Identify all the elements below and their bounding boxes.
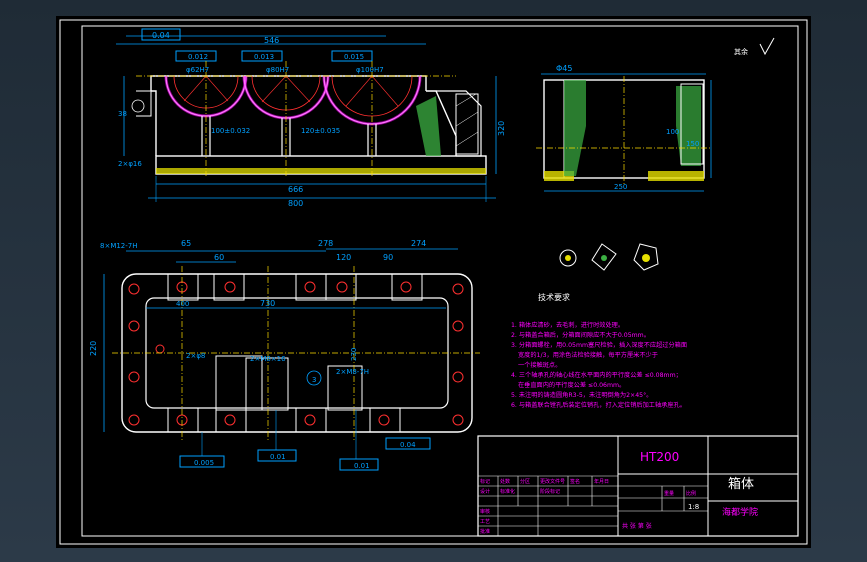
dim-546: 546 xyxy=(264,36,279,45)
svg-text:38: 38 xyxy=(118,110,127,118)
svg-text:Φ45: Φ45 xyxy=(556,64,572,73)
top-view: 65 278 274 60 120 90 8×M12-7H 3 730 400 … xyxy=(89,239,480,471)
svg-text:更改文件号: 更改文件号 xyxy=(540,478,565,485)
svg-text:220: 220 xyxy=(89,341,98,356)
svg-text:2×φ8: 2×φ8 xyxy=(186,352,205,360)
svg-text:标记: 标记 xyxy=(480,478,490,485)
svg-text:φ100H7: φ100H7 xyxy=(356,66,384,74)
svg-text:一个接触斑点。: 一个接触斑点。 xyxy=(518,361,561,369)
svg-text:320: 320 xyxy=(497,121,506,136)
svg-text:共 张 第 张: 共 张 第 张 xyxy=(622,522,652,530)
svg-text:0.015: 0.015 xyxy=(344,53,364,61)
school-name: 海都学院 xyxy=(722,506,758,518)
svg-text:5. 未注明的铸造圆角R3-5，未注明倒角为2×45°。: 5. 未注明的铸造圆角R3-5，未注明倒角为2×45°。 xyxy=(511,391,652,399)
svg-text:274: 274 xyxy=(411,239,426,248)
tech-req-heading: 技术要求 xyxy=(538,292,570,302)
svg-text:阶段标记: 阶段标记 xyxy=(540,488,560,495)
front-view: 0.04 546 0.012 0.013 0.015 100±0.032 120… xyxy=(116,28,506,208)
svg-text:65: 65 xyxy=(181,239,191,248)
svg-text:6. 与箱盖联合镗孔后装定位销孔，打入定位销后加工轴承座孔。: 6. 与箱盖联合镗孔后装定位销孔，打入定位销后加工轴承座孔。 xyxy=(511,401,686,409)
svg-text:0.013: 0.013 xyxy=(254,53,274,61)
material: HT200 xyxy=(640,450,679,464)
svg-text:150: 150 xyxy=(686,140,699,148)
svg-text:签名: 签名 xyxy=(570,478,580,485)
part-name: 箱体 xyxy=(728,476,754,492)
svg-text:60: 60 xyxy=(214,253,224,262)
svg-text:0.01: 0.01 xyxy=(270,453,286,461)
svg-text:250: 250 xyxy=(614,183,627,191)
svg-text:2×M8×16: 2×M8×16 xyxy=(250,355,286,363)
svg-text:730: 730 xyxy=(260,299,275,308)
svg-text:在垂直面内的平行度公差 ≤0.06mm。: 在垂直面内的平行度公差 ≤0.06mm。 xyxy=(518,381,625,389)
svg-text:φ80H7: φ80H7 xyxy=(266,66,289,74)
detail-views xyxy=(559,243,659,271)
svg-text:278: 278 xyxy=(318,239,333,248)
cad-viewport[interactable]: 0.04 546 0.012 0.013 0.015 100±0.032 120… xyxy=(56,16,811,548)
svg-text:处数: 处数 xyxy=(500,478,510,485)
svg-text:比例: 比例 xyxy=(686,490,696,497)
svg-text:400: 400 xyxy=(176,300,189,308)
svg-text:4. 三个轴承孔的轴心线在水平面内的平行度公差 ≤0.08m: 4. 三个轴承孔的轴心线在水平面内的平行度公差 ≤0.08mm； xyxy=(511,371,682,379)
svg-text:重量: 重量 xyxy=(664,490,674,497)
svg-text:标准化: 标准化 xyxy=(500,488,515,495)
svg-text:1. 箱体应清砂，去毛刺，进行时效处理。: 1. 箱体应清砂，去毛刺，进行时效处理。 xyxy=(511,321,624,329)
svg-text:审核: 审核 xyxy=(480,508,490,515)
svg-text:2×φ16: 2×φ16 xyxy=(118,160,142,168)
side-view: Φ45 250 100 150 其余 xyxy=(536,37,775,192)
svg-text:工艺: 工艺 xyxy=(480,519,490,525)
svg-text:分区: 分区 xyxy=(520,478,530,485)
svg-text:120: 120 xyxy=(336,253,351,262)
svg-text:100: 100 xyxy=(666,128,679,136)
svg-text:0.005: 0.005 xyxy=(194,459,214,467)
svg-text:100±0.032: 100±0.032 xyxy=(211,127,250,135)
tol-0.04: 0.04 xyxy=(152,31,170,40)
svg-text:2. 与箱盖合箱后，分箱面间隙应不大于0.05mm。: 2. 与箱盖合箱后，分箱面间隙应不大于0.05mm。 xyxy=(511,331,650,339)
svg-text:宽度的1/3，用涂色法检验接触，每平方厘米不少于: 宽度的1/3，用涂色法检验接触，每平方厘米不少于 xyxy=(518,351,658,359)
svg-text:φ62H7: φ62H7 xyxy=(186,66,209,74)
svg-text:0.012: 0.012 xyxy=(188,53,208,61)
drawing-canvas: 0.04 546 0.012 0.013 0.015 100±0.032 120… xyxy=(59,19,808,545)
svg-text:0.01: 0.01 xyxy=(354,462,370,470)
svg-text:90: 90 xyxy=(383,253,393,262)
svg-text:8×M12-7H: 8×M12-7H xyxy=(100,242,138,250)
svg-text:批准: 批准 xyxy=(480,528,490,535)
svg-text:230: 230 xyxy=(350,348,358,361)
tech-requirements: 技术要求 1. 箱体应清砂，去毛刺，进行时效处理。 2. 与箱盖合箱后，分箱面间… xyxy=(511,292,687,409)
svg-text:666: 666 xyxy=(288,185,303,194)
scale: 1:8 xyxy=(688,503,699,511)
roughness-note: 其余 xyxy=(734,47,748,56)
svg-text:2×M8-7H: 2×M8-7H xyxy=(336,368,369,376)
svg-text:120±0.035: 120±0.035 xyxy=(301,127,340,135)
title-block: HT200 箱体 海都学院 1:8 共 张 第 张 标记 处数 分区 更改文件号… xyxy=(477,435,799,537)
svg-text:3. 分箱面螺栓，用0.05mm塞尺检验，插入深度不应超过分: 3. 分箱面螺栓，用0.05mm塞尺检验，插入深度不应超过分箱面 xyxy=(511,341,687,349)
svg-text:0.04: 0.04 xyxy=(400,441,416,449)
svg-text:设计: 设计 xyxy=(480,488,490,495)
svg-text:800: 800 xyxy=(288,199,303,208)
svg-text:年月日: 年月日 xyxy=(594,478,609,485)
svg-text:3: 3 xyxy=(312,376,316,384)
